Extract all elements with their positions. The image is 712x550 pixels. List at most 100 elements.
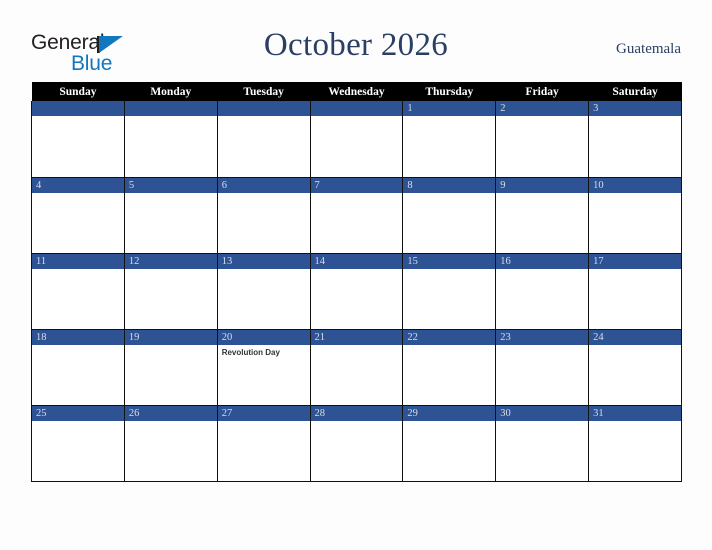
calendar-day-cell[interactable]: 14 [309,253,404,330]
calendar-empty-cell [216,101,311,178]
calendar-day-cell[interactable]: 13 [216,253,311,330]
day-number [310,101,403,116]
day-number: 16 [496,253,589,269]
calendar-day-cell[interactable]: 6 [216,177,311,254]
day-number: 1 [403,101,496,116]
day-number: 11 [32,253,124,269]
day-number: 14 [310,253,403,269]
calendar-day-cell[interactable]: 7 [309,177,404,254]
calendar-week-row: 4 5 6 7 8 9 10 [31,177,682,254]
day-number: 10 [589,177,681,193]
calendar-empty-cell [309,101,404,178]
day-number: 17 [589,253,681,269]
calendar-day-cell[interactable]: 21 [309,329,404,406]
calendar-day-cell[interactable]: 9 [495,177,590,254]
calendar-day-cell[interactable]: 11 [31,253,125,330]
weekday-header-sunday: Sunday [31,82,125,101]
calendar-day-cell[interactable]: 20 Revolution Day [216,329,311,406]
day-events [125,269,217,271]
day-number: 23 [496,329,589,345]
calendar-day-cell[interactable]: 23 [495,329,590,406]
calendar-day-cell[interactable]: 24 [588,329,682,406]
day-number: 27 [217,405,310,421]
calendar-body: 1 2 3 4 5 6 7 8 9 10 11 12 13 14 15 16 17 18 19 20 Revolutio… [31,101,682,482]
day-events [311,421,403,423]
calendar-day-cell[interactable]: 1 [402,101,497,178]
calendar-day-cell[interactable]: 17 [588,253,682,330]
day-number [32,101,124,116]
day-events [589,193,681,195]
day-number: 22 [403,329,496,345]
calendar-empty-cell [123,101,218,178]
calendar-day-cell[interactable]: 19 [123,329,218,406]
day-events [218,421,310,423]
day-events [218,193,310,195]
day-events [125,345,217,347]
day-events [403,345,495,347]
calendar-day-cell[interactable]: 15 [402,253,497,330]
calendar-day-cell[interactable]: 16 [495,253,590,330]
calendar-empty-cell [31,101,125,178]
day-events [32,269,124,271]
calendar-page: General Blue October 2026 Guatemala Sund… [0,0,712,550]
day-number: 29 [403,405,496,421]
day-events [403,421,495,423]
calendar-week-row: 18 19 20 Revolution Day 21 22 23 24 [31,329,682,406]
calendar-week-row: 11 12 13 14 15 16 17 [31,253,682,330]
calendar-day-cell[interactable]: 10 [588,177,682,254]
day-events [496,269,588,271]
day-events [496,193,588,195]
calendar-day-cell[interactable]: 8 [402,177,497,254]
day-number [217,101,310,116]
day-events [311,116,403,118]
day-events [496,116,588,118]
calendar-day-cell[interactable]: 3 [588,101,682,178]
calendar-grid: Sunday Monday Tuesday Wednesday Thursday… [31,82,682,482]
calendar-day-cell[interactable]: 27 [216,405,311,482]
day-number: 30 [496,405,589,421]
country-label: Guatemala [616,41,681,57]
day-number [124,101,217,116]
day-events [589,116,681,118]
weekday-header-monday: Monday [124,82,218,101]
calendar-week-row: 25 26 27 28 29 30 31 [31,405,682,482]
page-header: General Blue October 2026 Guatemala [31,26,681,78]
day-events [589,345,681,347]
day-events [218,269,310,271]
day-events [32,421,124,423]
day-events [403,269,495,271]
day-events: Revolution Day [218,345,310,358]
calendar-day-cell[interactable]: 29 [402,405,497,482]
calendar-day-cell[interactable]: 25 [31,405,125,482]
day-number: 25 [32,405,124,421]
calendar-week-row: 123 [31,101,682,178]
calendar-day-cell[interactable]: 31 [588,405,682,482]
day-events [32,345,124,347]
day-events [311,269,403,271]
day-number: 2 [496,101,589,116]
calendar-day-cell[interactable]: 4 [31,177,125,254]
page-title: October 2026 [263,27,449,63]
day-number: 26 [124,405,217,421]
day-number: 21 [310,329,403,345]
calendar-day-cell[interactable]: 28 [309,405,404,482]
day-number: 6 [217,177,310,193]
day-number: 3 [589,101,681,116]
calendar-day-cell[interactable]: 18 [31,329,125,406]
day-number: 19 [124,329,217,345]
weekday-header-wednesday: Wednesday [310,82,403,101]
calendar-day-cell[interactable]: 26 [123,405,218,482]
day-number: 5 [124,177,217,193]
calendar-day-cell[interactable]: 12 [123,253,218,330]
day-events [496,345,588,347]
calendar-day-cell[interactable]: 2 [495,101,590,178]
weekday-header-tuesday: Tuesday [217,82,311,101]
day-events [311,193,403,195]
calendar-day-cell[interactable]: 30 [495,405,590,482]
day-events [496,421,588,423]
calendar-day-cell[interactable]: 5 [123,177,218,254]
calendar-day-cell[interactable]: 22 [402,329,497,406]
day-events [403,193,495,195]
day-number: 4 [32,177,124,193]
weekday-header-row: Sunday Monday Tuesday Wednesday Thursday… [31,82,682,101]
